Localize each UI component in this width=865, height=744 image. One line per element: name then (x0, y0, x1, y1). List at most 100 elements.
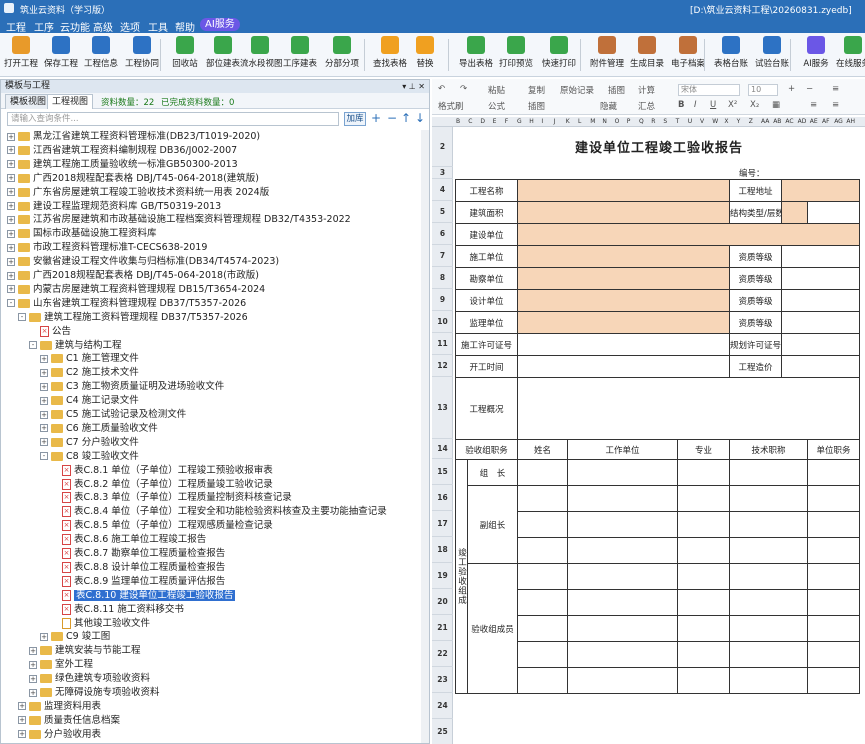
row-number[interactable]: 10 (432, 311, 453, 333)
tree-node[interactable]: + C4 施工记录文件 (40, 394, 139, 408)
menu-item-4[interactable]: 选项 (120, 19, 140, 34)
input-cell[interactable] (807, 459, 861, 486)
font-select[interactable]: 宋体 (678, 84, 740, 96)
column-label[interactable]: C (468, 118, 472, 125)
tree-node[interactable]: + 建筑工程施工质量验收统一标准GB50300-2013 (7, 158, 238, 172)
input-cell[interactable] (517, 459, 569, 486)
column-label[interactable]: D (480, 118, 485, 125)
input-cell[interactable] (567, 589, 679, 616)
subscript-icon[interactable]: X₂ (750, 100, 759, 110)
expand-icon[interactable]: + (29, 674, 37, 683)
input-cell[interactable] (807, 589, 861, 616)
column-label[interactable]: AE (810, 118, 818, 125)
toolbar-button-1[interactable]: 保存工程 (42, 35, 80, 75)
toolbar-button-0[interactable]: 打开工程 (2, 35, 40, 75)
toolbar-button-3[interactable]: 工程协同 (122, 35, 162, 75)
row-number[interactable]: 8 (432, 267, 453, 289)
row-number[interactable]: 21 (432, 615, 453, 641)
input-cell[interactable] (567, 485, 679, 512)
expand-icon[interactable]: + (7, 188, 15, 197)
row-number[interactable]: 24 (432, 693, 453, 719)
row-number[interactable]: 18 (432, 537, 453, 563)
tree-node[interactable]: + C2 施工技术文件 (40, 366, 139, 380)
copy-button[interactable]: 复制 (528, 84, 545, 96)
toolbar-button-6[interactable]: 流水段视图 (240, 35, 283, 75)
add-icon[interactable]: + (371, 111, 381, 125)
input-cell[interactable] (729, 615, 809, 642)
insert-image-button[interactable]: 插图 (528, 100, 545, 112)
input-cell[interactable] (517, 485, 569, 512)
column-label[interactable]: T (676, 118, 680, 125)
input-cell[interactable] (677, 615, 731, 642)
column-label[interactable]: M (590, 118, 595, 125)
row-number[interactable]: 2 (432, 127, 453, 167)
tree-node[interactable]: + C7 分户验收文件 (40, 436, 139, 450)
tree-node[interactable]: × 表C.8.10 建设单位工程竣工验收报告 (51, 589, 236, 603)
superscript-icon[interactable]: X² (728, 100, 737, 110)
toolbar-button-9[interactable]: 查找表格 (372, 35, 408, 75)
column-label[interactable]: W (712, 118, 718, 125)
column-label[interactable]: AF (822, 118, 830, 125)
original-record-button[interactable]: 原始记录 (560, 84, 594, 96)
input-cell[interactable] (517, 201, 731, 224)
input-cell[interactable] (517, 179, 731, 202)
hide-button[interactable]: 隐藏 (600, 100, 617, 112)
input-cell[interactable] (517, 223, 861, 246)
input-cell[interactable] (807, 537, 861, 564)
input-cell[interactable] (729, 537, 809, 564)
tree-node[interactable]: - C8 竣工验收文件 (40, 450, 139, 464)
column-label[interactable]: Q (639, 118, 644, 125)
row-number[interactable]: 20 (432, 589, 453, 615)
toolbar-button-13[interactable]: 快速打印 (536, 35, 582, 75)
tree-node[interactable]: + 室外工程 (29, 658, 93, 672)
tree-node[interactable]: + 质量责任信息档案 (18, 714, 120, 728)
input-cell[interactable] (677, 485, 731, 512)
column-label[interactable]: Y (737, 118, 741, 125)
tree-node[interactable]: + 绿色建筑专项验收资料 (29, 672, 150, 686)
tree-node[interactable]: + C3 施工物资质量证明及进场验收文件 (40, 380, 224, 394)
tree-node[interactable]: 其他竣工验收文件 (51, 617, 150, 631)
expand-icon[interactable]: + (7, 132, 15, 141)
row-number[interactable]: 23 (432, 667, 453, 693)
search-button[interactable]: 加库 (344, 112, 366, 126)
menu-item-3[interactable]: 高级 (93, 19, 113, 34)
menu-item-0[interactable]: 工程 (6, 19, 26, 34)
tree-node[interactable]: + 市政工程资料管理标准T-CECS638-2019 (7, 241, 207, 255)
tree-node[interactable]: × 表C.8.6 施工单位工程竣工报告 (51, 533, 206, 547)
menu-item-5[interactable]: 工具 (148, 19, 168, 34)
input-cell[interactable] (567, 615, 679, 642)
tree-node[interactable]: + 安徽省建设工程文件收集与归档标准(DB34/T4574-2023) (7, 255, 279, 269)
column-label[interactable]: S (663, 118, 667, 125)
input-cell[interactable] (677, 459, 731, 486)
tree-node[interactable]: - 建筑工程施工资料管理规程 DB37/T5357-2026 (18, 311, 248, 325)
input-cell[interactable] (517, 377, 861, 440)
row-number[interactable]: 12 (432, 355, 453, 377)
tree-node[interactable]: + 江西省建筑工程资料编制规程 DB36/J002-2007 (7, 144, 237, 158)
toolbar-button-17[interactable]: 表格台账 (712, 35, 750, 75)
input-cell[interactable] (517, 245, 731, 268)
input-cell[interactable] (517, 311, 731, 334)
input-cell[interactable] (781, 333, 861, 356)
tree-node[interactable]: × 公告 (29, 325, 71, 339)
input-cell[interactable] (517, 641, 569, 668)
expand-icon[interactable]: + (40, 382, 48, 391)
toolbar-button-14[interactable]: 附件管理 (588, 35, 626, 75)
input-cell[interactable] (729, 589, 809, 616)
input-cell[interactable] (729, 485, 809, 512)
toolbar-button-5[interactable]: 部位建表 (204, 35, 242, 75)
tree-node[interactable]: - 建筑与结构工程 (29, 339, 122, 353)
input-cell[interactable] (807, 615, 861, 642)
tree-node[interactable]: + C9 竣工图 (40, 630, 110, 644)
tree-node[interactable]: - 山东省建筑工程资料管理规程 DB37/T5357-2026 (7, 297, 246, 311)
input-cell[interactable] (517, 511, 569, 538)
column-label[interactable]: AA (761, 118, 769, 125)
expand-icon[interactable]: + (40, 354, 48, 363)
expand-icon[interactable]: + (40, 410, 48, 419)
tree-node[interactable]: + 建筑安装与节能工程 (29, 644, 141, 658)
align-center-icon[interactable]: ≡ (810, 100, 817, 110)
input-cell[interactable] (781, 245, 861, 268)
size-select[interactable]: 10 (748, 84, 778, 96)
tree-node[interactable]: × 表C.8.7 勘察单位工程质量检查报告 (51, 547, 225, 561)
input-cell[interactable] (517, 333, 731, 356)
toolbar-button-11[interactable]: 导出表格 (456, 35, 496, 75)
